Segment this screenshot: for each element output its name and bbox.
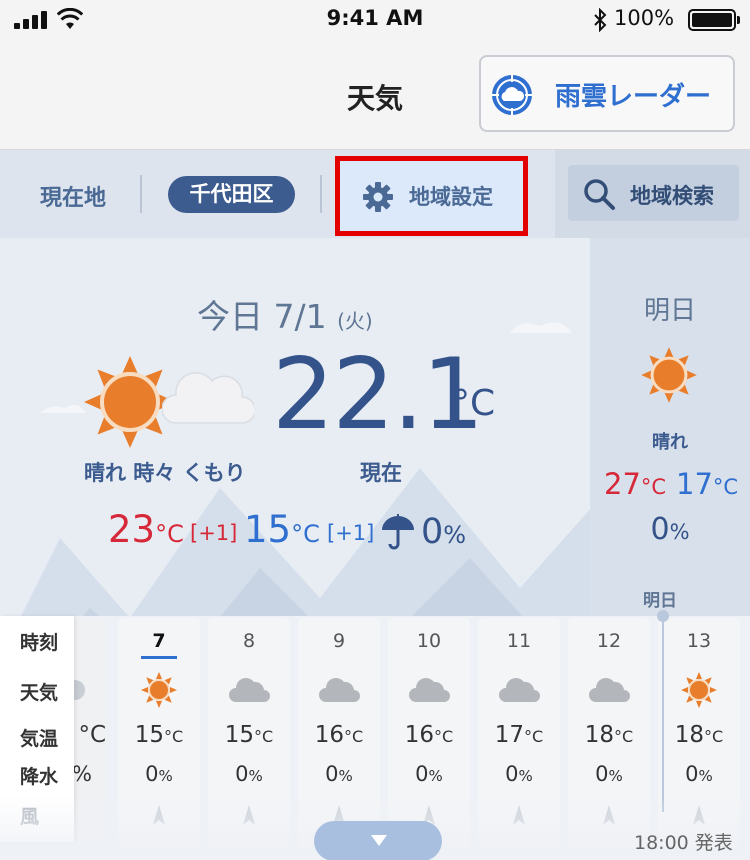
area-settings-label: 地域設定 [409, 185, 493, 209]
hour-temperature: 15°C [134, 722, 184, 748]
tab-selected-area[interactable]: 千代田区 [168, 176, 295, 213]
umbrella-icon [382, 514, 414, 550]
row-label-weather: 天気 [20, 682, 59, 704]
hour-label: 7 [152, 630, 166, 652]
issued-time: 18:00 発表 [634, 832, 733, 854]
gear-icon [363, 182, 393, 212]
sun-icon [641, 347, 697, 403]
hour-rain-chance: 0% [235, 762, 263, 786]
hour-label: 12 [596, 630, 622, 652]
area-search-button[interactable]: 地域検索 [568, 165, 739, 221]
cloud-icon [408, 672, 450, 708]
cloud-icon [498, 672, 540, 708]
hour-temperature: 15°C [224, 722, 274, 748]
sun-icon [678, 672, 720, 708]
hour-temperature: 16°C [314, 722, 364, 748]
hour-label: 9 [332, 630, 346, 652]
today-weekday: (火) [337, 309, 373, 333]
status-bar: 9:41 AM 100% [0, 0, 750, 40]
tomorrow-low-temperature: 17°C [676, 467, 739, 501]
hour-rain-chance: 0% [145, 762, 173, 786]
tomorrow-high-temperature: 27°C [604, 467, 667, 501]
today-rain-chance: 0% [421, 512, 467, 552]
hour-temperature: 17°C [494, 722, 544, 748]
app-header: 天気 雨雲レーダー [0, 40, 750, 150]
chevron-down-icon [371, 835, 387, 846]
hour-label: 11 [506, 630, 532, 652]
current-temperature-unit: °C [452, 383, 496, 424]
day-marker-label: 明日 [643, 591, 677, 611]
tab-current-location[interactable]: 現在地 [40, 180, 106, 212]
hour-rain-chance: 0% [325, 762, 353, 786]
hour-rain-chance: 0% [505, 762, 533, 786]
cloud-icon [228, 672, 270, 708]
hourly-forecast[interactable]: 明日 °C % 時刻 天気 気温 降水 風 715°C0%815°C0%916°… [0, 586, 750, 860]
cloud-icon [588, 672, 630, 708]
tab-divider [140, 175, 142, 213]
row-label-temperature: 気温 [20, 728, 59, 750]
battery-percent: 100% [614, 6, 675, 30]
hour-rain-chance: 0% [415, 762, 443, 786]
row-label-rain: 降水 [20, 766, 59, 788]
rain-radar-button[interactable]: 雨雲レーダー [479, 55, 735, 132]
today-date: 今日 7/1 (火) [197, 290, 373, 338]
bluetooth-icon [594, 8, 607, 32]
hour-label: 10 [416, 630, 442, 652]
location-tabs: 現在地 千代田区 地域設定 地域検索 [0, 150, 750, 238]
search-icon [584, 179, 615, 210]
today-panel: 今日 7/1 (火) 22.1 °C 晴れ 時々 くもり 現在 23°C [+1… [0, 238, 590, 618]
hour-temperature: 18°C [584, 722, 634, 748]
today-high-temperature: 23°C [108, 508, 184, 551]
radar-cloud-icon [492, 75, 532, 115]
rain-radar-label: 雨雲レーダー [555, 82, 712, 112]
tomorrow-panel[interactable]: 明日 晴れ 27°C 17°C 0% [590, 238, 750, 618]
tomorrow-title: 明日 [643, 296, 696, 326]
hour-label: 8 [242, 630, 256, 652]
hour-temperature: 18°C [674, 722, 724, 748]
tomorrow-rain-chance: 0% [650, 512, 690, 547]
row-label-time: 時刻 [20, 632, 59, 654]
today-high-difference: [+1] [190, 521, 238, 545]
hour-rain-chance: 0% [685, 762, 713, 786]
hour-rain-chance: 0% [595, 762, 623, 786]
day-marker-line [662, 616, 664, 812]
cloud-icon [162, 372, 254, 424]
current-temperature: 22.1 [272, 338, 484, 452]
sun-icon [138, 672, 180, 708]
today-weather-description: 晴れ 時々 くもり [84, 461, 246, 485]
today-low-temperature: 15°C [244, 508, 320, 551]
expand-button[interactable] [314, 821, 442, 860]
battery-icon [688, 9, 740, 31]
today-day-label: 今日 7/1 [197, 297, 327, 336]
area-search-label: 地域検索 [630, 184, 714, 208]
today-low-difference: [+1] [327, 521, 375, 545]
cloud-icon [318, 672, 360, 708]
current-hour-indicator [141, 656, 177, 659]
tomorrow-weather-description: 晴れ [652, 432, 688, 453]
current-label: 現在 [360, 461, 402, 485]
hour-temperature: 16°C [404, 722, 454, 748]
hour-label: 13 [686, 630, 712, 652]
area-settings-button[interactable]: 地域設定 [335, 156, 528, 236]
tab-divider [320, 175, 322, 213]
